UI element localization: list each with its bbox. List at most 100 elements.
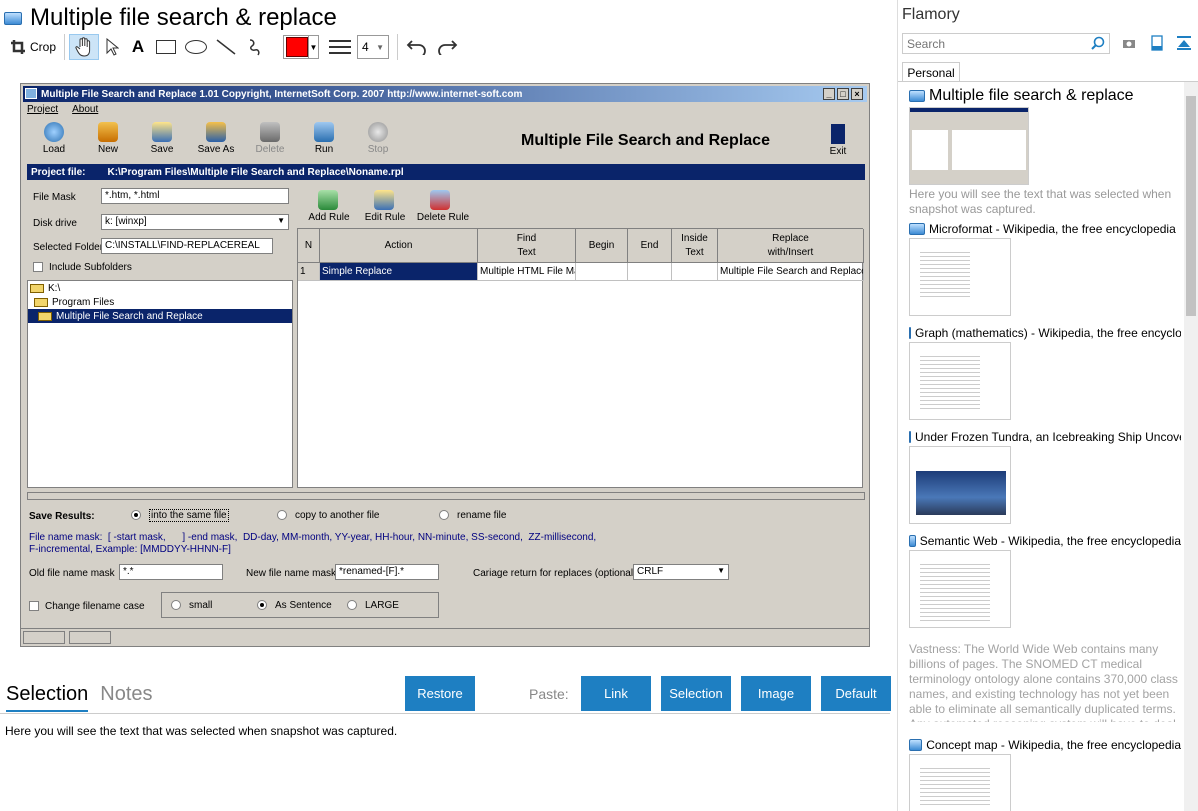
camera-icon[interactable] xyxy=(1122,37,1136,49)
add-rule-icon xyxy=(318,190,338,210)
paste-link-button[interactable]: Link xyxy=(581,676,651,711)
line-icon xyxy=(216,39,236,55)
search-icon[interactable] xyxy=(1091,36,1105,50)
snapshot-item[interactable]: Microformat - Wikipedia, the free encycl… xyxy=(909,222,1181,316)
paste-label: Paste: xyxy=(529,686,569,702)
window-toolbar: Load New Save Save As Delete Run Stop xyxy=(27,120,405,160)
splitter xyxy=(27,492,865,500)
snapshot-thumbnail xyxy=(909,342,1011,420)
side-panel: Flamory Personal Multiple file search & … xyxy=(897,0,1198,811)
delete-rule-icon xyxy=(430,190,450,210)
save-icon xyxy=(152,122,172,142)
freehand-tool-button[interactable] xyxy=(241,34,271,60)
file-mask-field: *.htm, *.html xyxy=(101,188,289,204)
undo-icon xyxy=(406,40,426,55)
window-statusbar xyxy=(21,628,869,646)
folder-icon xyxy=(34,297,48,307)
snapshot-item[interactable]: Multiple file search & replace Here you … xyxy=(909,87,1181,217)
color-swatch xyxy=(286,37,309,57)
disk-drive-select: k: [winxp] ▼ xyxy=(101,214,289,230)
radio xyxy=(439,510,449,521)
redo-icon xyxy=(438,40,458,55)
search-input[interactable] xyxy=(902,33,1110,54)
snapshot-item[interactable]: Concept map - Wikipedia, the free encycl… xyxy=(909,738,1181,811)
snapshot-thumbnail xyxy=(909,754,1011,811)
line-tool-button[interactable] xyxy=(211,34,241,60)
snapshot-item[interactable]: Under Frozen Tundra, an Icebreaking Ship… xyxy=(909,430,1181,524)
rectangle-tool-button[interactable] xyxy=(151,34,181,60)
crop-button[interactable]: Crop xyxy=(6,34,60,60)
tree-item: K:\ xyxy=(28,281,292,295)
snapshot-item[interactable]: Graph (mathematics) - Wikipedia, the fre… xyxy=(909,326,1181,420)
paste-selection-button[interactable]: Selection xyxy=(661,676,731,711)
freehand-icon xyxy=(249,39,260,56)
undo-button[interactable] xyxy=(402,34,432,60)
snapshot-item[interactable]: Semantic Web - Wikipedia, the free encyc… xyxy=(909,534,1181,722)
app-icon xyxy=(4,11,22,25)
load-tool: Load xyxy=(27,120,81,160)
tab-personal[interactable]: Personal xyxy=(902,62,960,82)
project-file-bar: Project file: K:\Program Files\Multiple … xyxy=(27,164,865,180)
stop-tool: Stop xyxy=(351,120,405,160)
collapse-icon[interactable] xyxy=(1176,35,1192,51)
checkbox xyxy=(33,262,43,273)
line-width-icon xyxy=(329,40,352,54)
paste-image-button[interactable]: Image xyxy=(741,676,811,711)
chevron-down-icon: ▼ xyxy=(376,42,385,52)
app-icon xyxy=(909,90,925,102)
radio xyxy=(131,510,141,521)
radio xyxy=(277,510,287,521)
tree-item: Program Files xyxy=(28,295,292,309)
run-tool: Run xyxy=(297,120,351,160)
chevron-down-icon: ▼ xyxy=(308,36,318,58)
hand-icon xyxy=(75,37,91,57)
line-width-select[interactable]: 4 ▼ xyxy=(357,35,390,59)
stop-icon xyxy=(368,122,388,142)
run-icon xyxy=(314,122,334,142)
tab-notes[interactable]: Notes xyxy=(100,683,152,712)
crop-icon xyxy=(11,40,25,54)
document-icon[interactable] xyxy=(1151,35,1163,51)
save-as-tool: Save As xyxy=(189,120,243,160)
window-titlebar: Multiple File Search and Replace 1.01 Co… xyxy=(23,86,867,102)
tree-item-selected: Multiple File Search and Replace xyxy=(28,309,292,323)
window-menu: Project About xyxy=(27,104,99,115)
minimize-icon: _ xyxy=(823,88,835,100)
exit-tool: Exit xyxy=(827,124,849,157)
paste-default-button[interactable]: Default xyxy=(821,676,891,711)
snapshot-thumbnail xyxy=(909,238,1011,316)
tab-selection[interactable]: Selection xyxy=(6,683,89,712)
color-picker[interactable]: ▼ xyxy=(283,35,320,59)
page-header: Multiple file search & replace xyxy=(4,4,337,32)
new-tool: New xyxy=(81,120,135,160)
text-tool-button[interactable]: A xyxy=(125,34,151,60)
rectangle-icon xyxy=(156,40,177,54)
app-icon xyxy=(909,535,916,547)
globe-icon xyxy=(44,122,64,142)
exit-icon xyxy=(831,124,845,144)
scrollbar-thumb[interactable] xyxy=(1186,96,1196,316)
redo-button[interactable] xyxy=(432,34,462,60)
new-icon xyxy=(98,122,118,142)
selection-text[interactable]: Here you will see the text that was sele… xyxy=(5,724,397,738)
delete-tool: Delete xyxy=(243,120,297,160)
window-icon xyxy=(25,88,37,99)
captured-screenshot: Multiple File Search and Replace 1.01 Co… xyxy=(20,83,870,647)
edit-rule-icon xyxy=(374,190,394,210)
app-big-title: Multiple File Search and Replace xyxy=(521,132,770,149)
pointer-tool-button[interactable] xyxy=(99,34,125,60)
maximize-icon: □ xyxy=(837,88,849,100)
rules-grid: N Action Find Text Begin End Inside Text… xyxy=(297,228,864,488)
radio xyxy=(171,600,181,611)
restore-button[interactable]: Restore xyxy=(405,676,475,711)
hand-tool-button[interactable] xyxy=(69,34,100,60)
selected-folder-field: C:\INSTALL\FIND-REPLACEREAL xyxy=(101,238,273,254)
side-scrollbar[interactable] xyxy=(1184,82,1198,811)
pointer-icon xyxy=(106,38,120,56)
save-as-icon xyxy=(206,122,226,142)
radio xyxy=(257,600,267,611)
ellipse-tool-button[interactable] xyxy=(181,34,211,60)
snapshot-thumbnail xyxy=(909,446,1011,524)
save-tool: Save xyxy=(135,120,189,160)
app-name: Flamory xyxy=(902,6,960,23)
